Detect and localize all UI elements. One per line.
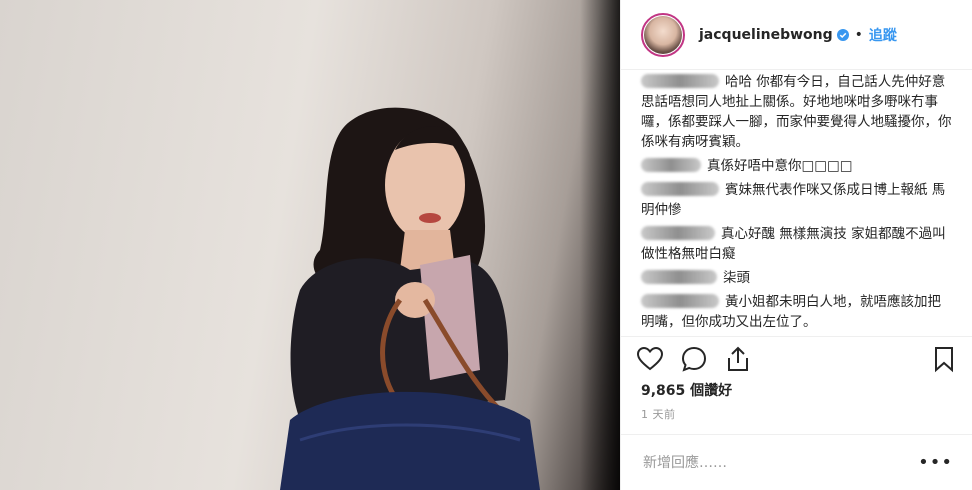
comment-item: 哈哈 你都有今日，自己話人先仲好意思話唔想同人地扯上關係。好地地咪咁多嘢咪冇事囉… [641,72,953,152]
comment-text: 真係好唔中意你□□□□ [707,158,853,174]
comment-text: 柒頭 [723,270,750,286]
photo-shadow [580,0,620,490]
post-sidebar: jacquelinebwong • 追蹤 哈哈 你都有今日，自己話人先仲好意思話… [620,0,972,490]
comment-item: 真係好唔中意你□□□□ [641,156,953,176]
separator-dot: • [854,26,863,43]
heart-icon[interactable] [635,344,665,374]
comment-username-blurred[interactable] [641,182,719,196]
share-icon[interactable] [723,344,753,374]
username-link[interactable]: jacquelinebwong [699,27,833,43]
more-options-button[interactable]: ••• [918,452,953,473]
avatar-image [644,15,682,54]
comment-username-blurred[interactable] [641,294,719,308]
comment-item: 黃小姐都未明白人地，就唔應該加把明嘴，但你成功又出左位了。 [641,292,953,332]
avatar[interactable] [641,12,685,57]
add-comment-input[interactable] [641,453,919,472]
follow-button[interactable]: 追蹤 [869,25,897,45]
add-comment-bar: ••• [621,434,972,490]
instagram-post: jacquelinebwong • 追蹤 哈哈 你都有今日，自己話人先仲好意思話… [0,0,972,490]
comment-username-blurred[interactable] [641,74,719,88]
post-header: jacquelinebwong • 追蹤 [621,0,972,70]
comment-username-blurred[interactable] [641,226,715,240]
photo-illustration [280,107,540,490]
comment-bubble-icon[interactable] [679,344,709,374]
likes-count[interactable]: 9,865 個讚好 [641,380,732,400]
verified-badge-icon [836,28,849,41]
comment-username-blurred[interactable] [641,270,717,284]
post-photo[interactable] [0,0,620,490]
comment-item: 賓妹無代表作咪又係成日博上報紙 馬明仲慘 [641,180,953,220]
comments-list[interactable]: 哈哈 你都有今日，自己話人先仲好意思話唔想同人地扯上關係。好地地咪咁多嘢咪冇事囉… [621,72,972,334]
comment-username-blurred[interactable] [641,158,701,172]
comment-item: 真心好醜 無樣無演技 家姐都醜不過叫做性格無咁白癡 [641,224,953,264]
comment-item: 柒頭 [641,268,953,288]
post-actions [621,336,972,380]
post-timestamp[interactable]: 1 天前 [641,406,676,422]
bookmark-icon[interactable] [929,344,959,374]
